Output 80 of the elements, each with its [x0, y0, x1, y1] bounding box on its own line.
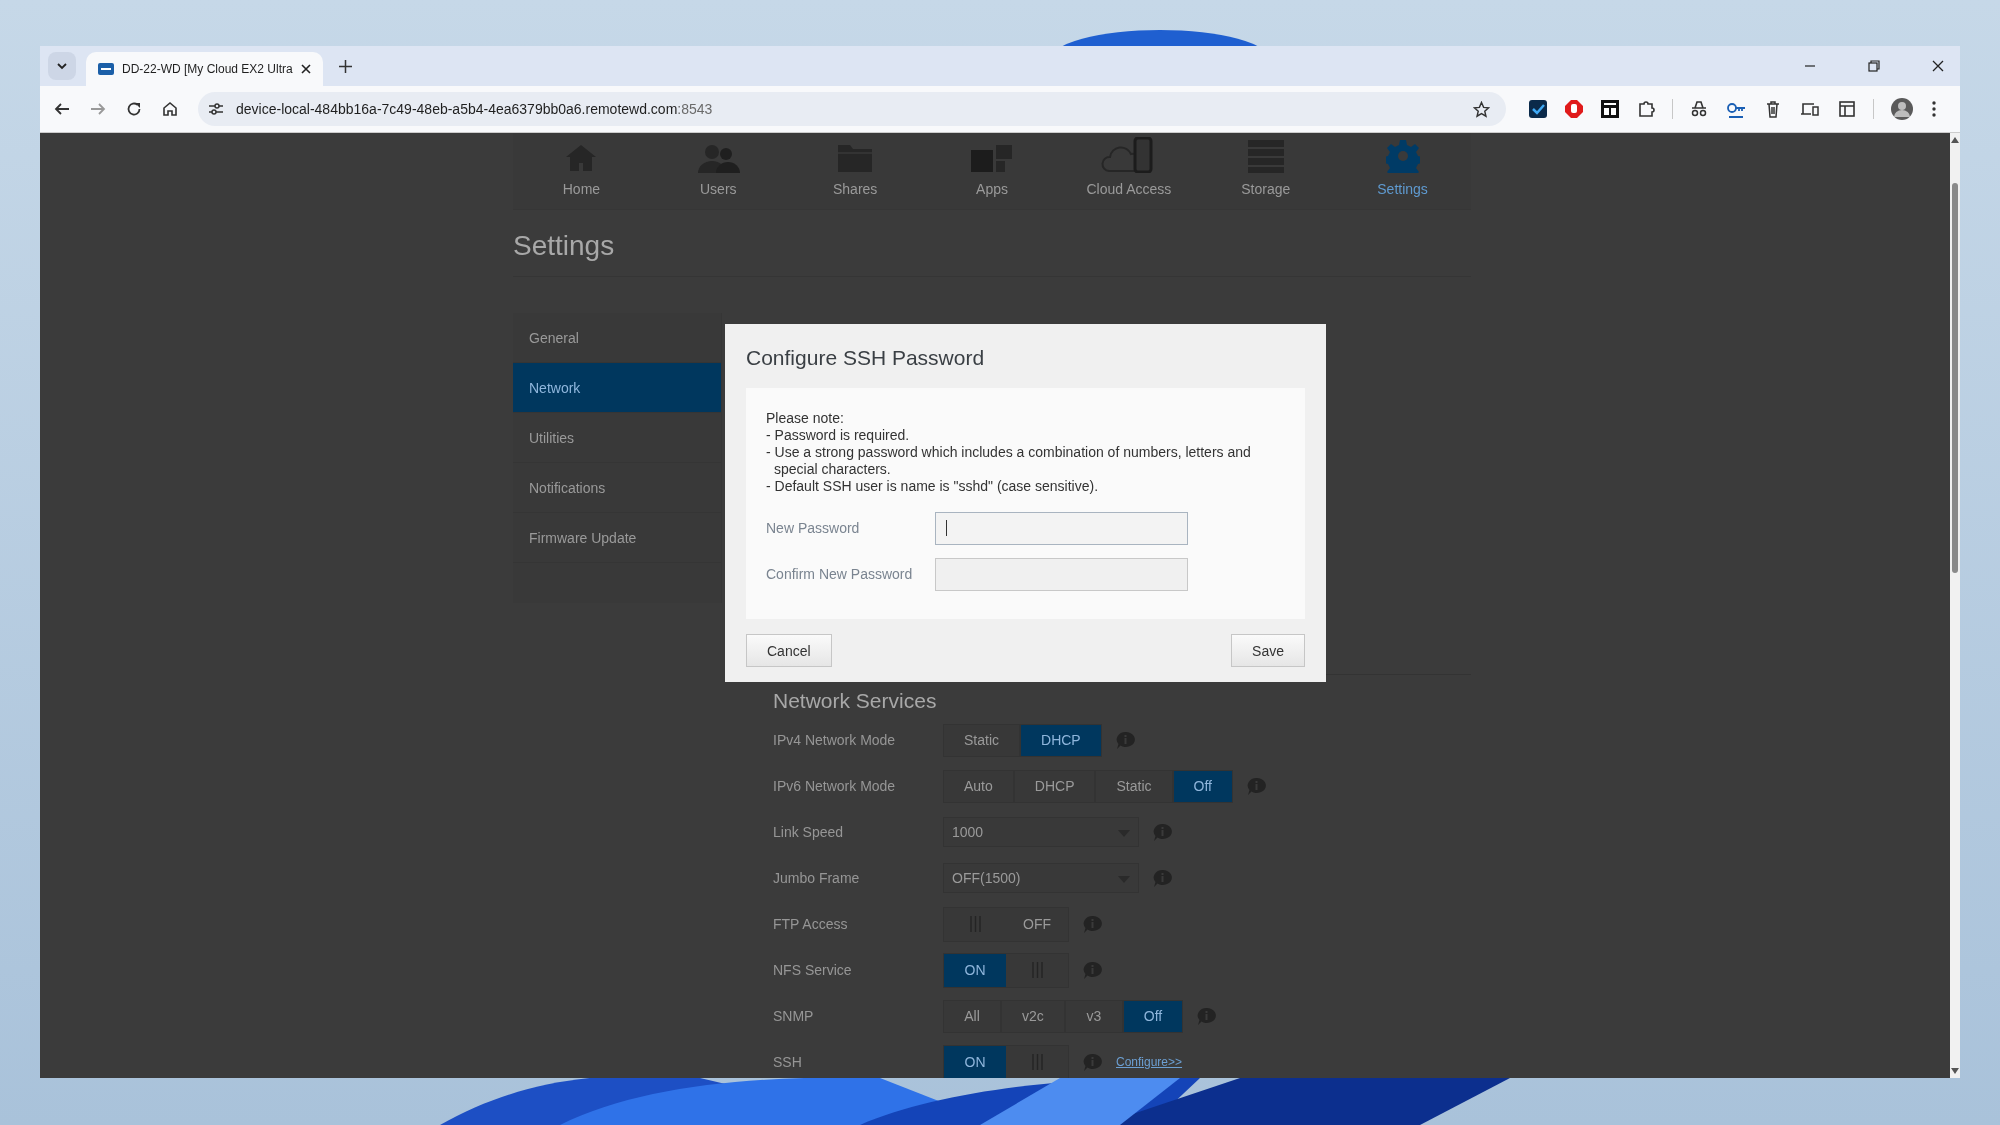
avatar-icon[interactable] [1891, 98, 1913, 120]
layout-icon[interactable] [1838, 100, 1856, 118]
setting-label: FTP Access [773, 916, 849, 932]
toggle-state: OFF [1022, 915, 1052, 934]
star-icon[interactable] [1473, 100, 1490, 118]
segment-option[interactable]: Static [1095, 769, 1173, 803]
segment-option[interactable]: DHCP [1013, 769, 1096, 803]
chevron-down-icon [56, 62, 68, 70]
setting-label: NFS Service [773, 962, 853, 978]
back-icon[interactable] [54, 101, 70, 117]
nav-item[interactable]: Cloud Access [1060, 133, 1198, 209]
devices-icon[interactable] [1800, 100, 1820, 118]
toggle-switch[interactable]: ON [943, 952, 1069, 988]
sidebar-item[interactable]: Network [513, 363, 721, 413]
cancel-button[interactable]: Cancel [746, 634, 832, 667]
password-field[interactable] [935, 511, 1188, 545]
close-icon[interactable] [1932, 60, 1944, 72]
restore-icon[interactable] [1868, 60, 1880, 72]
segment-option[interactable]: All [943, 999, 1001, 1033]
trash-icon[interactable] [1764, 100, 1782, 118]
browser-tab[interactable]: DD-22-WD [My Cloud EX2 Ultra [86, 52, 323, 86]
url-text: device-local-484bb16a-7c49-48eb-a5b4-4ea6379bb0a6.remotewd.com:8543 [236, 101, 713, 117]
toggle-switch[interactable]: OFF [943, 906, 1069, 942]
segment-option[interactable]: Static [943, 723, 1020, 757]
nav-item[interactable]: Home [513, 133, 650, 209]
tab-list-button[interactable] [48, 52, 76, 80]
setting-label: SNMP [773, 1008, 815, 1024]
dialog-title: Configure SSH Password [746, 346, 986, 371]
scrollbar-thumb[interactable] [1952, 183, 1958, 573]
sidebar-item[interactable]: Utilities [513, 413, 721, 463]
setting-label: Link Speed [773, 824, 845, 840]
tab-title: DD-22-WD [My Cloud EX2 Ultra [122, 62, 293, 76]
apps-icon [970, 143, 1014, 173]
sidebar-item[interactable]: Firmware Update [513, 513, 721, 563]
field-label: New Password [766, 520, 861, 536]
segment-option[interactable]: v3 [1064, 999, 1123, 1033]
save-button[interactable]: Save [1231, 634, 1305, 667]
dropdown[interactable]: OFF(1500) [943, 863, 1139, 893]
forward-icon[interactable] [90, 101, 106, 117]
key-icon[interactable] [1726, 100, 1746, 118]
nav-item[interactable]: Shares [786, 133, 924, 209]
incognito-icon[interactable] [1690, 100, 1708, 118]
gear-icon [1385, 139, 1420, 173]
text-cursor [946, 520, 947, 536]
close-icon[interactable] [300, 64, 311, 74]
setting-label: IPv6 Network Mode [773, 778, 897, 794]
segment-option[interactable]: DHCP [1020, 723, 1102, 757]
dropdown[interactable]: 1000 [943, 817, 1139, 847]
setting-label: SSH [773, 1054, 803, 1070]
address-bar[interactable]: device-local-484bb16a-7c49-48eb-a5b4-4ea6379bb0a6.remotewd.com:8543 [198, 92, 1506, 126]
sidebar-item[interactable]: Notifications [513, 463, 721, 513]
note-text: Please note: - Password is required. - Use a strong password which includes a combination of numbers, letters and special characters. - Default SSH user is name is "sshd" (case sensitive). [766, 410, 1252, 495]
page-title: Settings [513, 210, 1471, 277]
toggle-state: ON [944, 953, 1006, 987]
puzzle-icon[interactable] [1637, 100, 1655, 118]
configure-link[interactable]: Configure>> [1116, 1055, 1183, 1069]
segment-option[interactable]: Auto [943, 769, 1014, 803]
segment-option[interactable]: Off [1122, 999, 1184, 1033]
site-settings-icon[interactable] [208, 102, 224, 116]
field-label: Confirm New Password [766, 566, 914, 582]
toggle-switch[interactable]: ON [943, 1044, 1069, 1078]
checkbox-icon[interactable] [1529, 100, 1547, 118]
new-tab-icon[interactable] [338, 59, 352, 73]
nav-item[interactable]: Apps [923, 133, 1061, 209]
nav-item[interactable]: Storage [1197, 133, 1335, 209]
nav-item[interactable]: Users [649, 133, 787, 209]
scroll-down-icon[interactable] [1951, 1068, 1959, 1074]
users-icon [696, 143, 741, 173]
scroll-up-icon[interactable] [1951, 137, 1959, 143]
reload-icon[interactable] [126, 101, 142, 117]
setting-label: Jumbo Frame [773, 870, 861, 886]
password-field[interactable] [935, 557, 1188, 591]
segment-option[interactable]: v2c [1001, 999, 1065, 1033]
setting-label: IPv4 Network Mode [773, 732, 897, 748]
home-icon[interactable] [162, 101, 178, 117]
nav-item[interactable]: Settings [1334, 133, 1471, 209]
segment-option[interactable]: Off [1172, 769, 1233, 803]
toggle-state: ON [944, 1045, 1006, 1078]
favicon-icon [98, 63, 114, 75]
menu-icon[interactable] [1931, 100, 1937, 118]
